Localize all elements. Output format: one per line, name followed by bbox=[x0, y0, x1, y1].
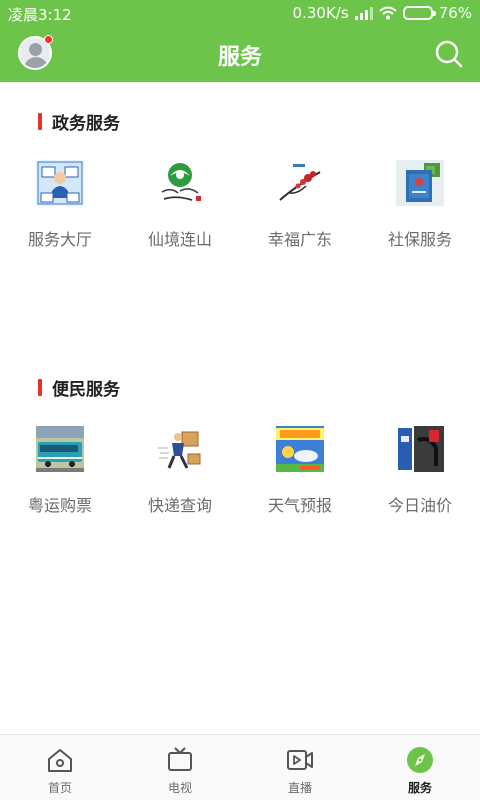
tile-label: 今日油价 bbox=[387, 496, 452, 515]
tile-label: 天气预报 bbox=[267, 496, 332, 515]
tile-label: 社保服务 bbox=[387, 230, 452, 249]
home-icon bbox=[48, 749, 72, 772]
page-title: 服务 bbox=[217, 45, 262, 70]
tile-service-hall[interactable]: 服务大厅 bbox=[0, 160, 120, 250]
tile-label: 仙境连山 bbox=[147, 230, 212, 249]
tile-bus-ticket[interactable]: 粤运购票 bbox=[0, 426, 120, 516]
tile-fuel-price[interactable]: 今日油价 bbox=[360, 426, 480, 516]
tab-label: 首页 bbox=[47, 781, 72, 795]
section-title-label: 便民服务 bbox=[52, 380, 120, 400]
wifi-icon bbox=[378, 6, 397, 20]
tile-happy-guangdong[interactable]: 幸福广东 bbox=[240, 160, 360, 250]
tab-home[interactable]: 首页 bbox=[0, 735, 120, 800]
tab-label: 电视 bbox=[167, 781, 192, 795]
signal-icon bbox=[354, 6, 373, 20]
network-speed: 0.30K/s bbox=[292, 4, 349, 22]
tile-weather[interactable]: 天气预报 bbox=[240, 426, 360, 516]
section-title-government: 政务服务 bbox=[38, 109, 120, 134]
tv-icon bbox=[168, 747, 192, 771]
weather-thumbnail bbox=[276, 426, 324, 472]
social-security-thumbnail bbox=[396, 160, 444, 206]
section-title-convenience: 便民服务 bbox=[38, 375, 120, 400]
tab-live[interactable]: 直播 bbox=[240, 735, 360, 800]
convenience-services-grid: 粤运购票 快递查询 天气预报 今日油价 bbox=[0, 426, 480, 516]
bottom-tab-bar: 首页 电视 直播 服务 bbox=[0, 734, 480, 800]
tile-label: 服务大厅 bbox=[27, 230, 92, 249]
section-marker bbox=[38, 379, 42, 396]
tile-lianshan[interactable]: 仙境连山 bbox=[120, 160, 240, 250]
lianshan-logo-thumbnail bbox=[156, 160, 204, 206]
live-video-icon bbox=[287, 750, 313, 770]
tile-label: 粤运购票 bbox=[27, 496, 92, 515]
bus-ticket-thumbnail bbox=[36, 426, 84, 472]
search-icon[interactable] bbox=[434, 39, 464, 69]
tab-tv[interactable]: 电视 bbox=[120, 735, 240, 800]
tile-social-security[interactable]: 社保服务 bbox=[360, 160, 480, 250]
battery-percent: 76% bbox=[438, 4, 472, 22]
tab-label: 服务 bbox=[407, 781, 432, 795]
compass-icon bbox=[407, 747, 433, 773]
status-time: 凌晨3:12 bbox=[8, 6, 72, 24]
tile-label: 快递查询 bbox=[147, 496, 212, 515]
section-marker bbox=[38, 113, 42, 130]
courier-thumbnail bbox=[156, 426, 204, 472]
app-header: 服务 bbox=[0, 28, 480, 82]
fuel-price-thumbnail bbox=[396, 426, 444, 472]
section-title-label: 政务服务 bbox=[52, 114, 120, 134]
happy-guangdong-thumbnail bbox=[276, 160, 324, 206]
service-hall-thumbnail bbox=[36, 160, 84, 206]
tile-label: 幸福广东 bbox=[267, 230, 332, 249]
government-services-grid: 服务大厅 仙境连山 幸福广东 社保服务 bbox=[0, 160, 480, 250]
status-bar: 凌晨3:12 0.30K/s 76% bbox=[0, 0, 480, 28]
battery-icon bbox=[402, 6, 436, 20]
tab-services[interactable]: 服务 bbox=[360, 735, 480, 800]
tab-label: 直播 bbox=[287, 781, 312, 795]
tile-courier[interactable]: 快递查询 bbox=[120, 426, 240, 516]
